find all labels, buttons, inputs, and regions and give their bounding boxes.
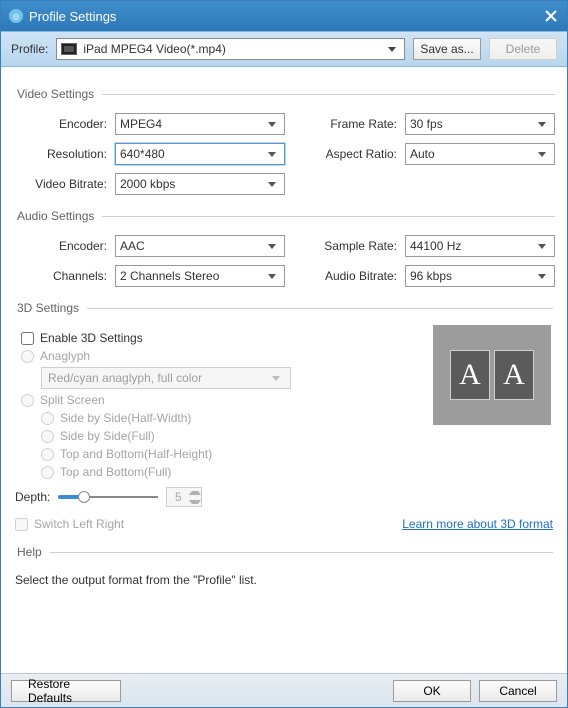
switch-left-right-label: Switch Left Right bbox=[34, 517, 124, 531]
spinner-down-icon bbox=[189, 497, 201, 506]
chevron-down-icon bbox=[268, 274, 276, 279]
channels-select[interactable]: 2 Channels Stereo bbox=[115, 265, 285, 287]
chevron-down-icon bbox=[538, 152, 546, 157]
restore-defaults-button[interactable]: Restore Defaults bbox=[11, 680, 121, 702]
frame-rate-select[interactable]: 30 fps bbox=[405, 113, 555, 135]
help-legend: Help bbox=[15, 545, 50, 559]
chevron-down-icon bbox=[538, 122, 546, 127]
enable-3d-label: Enable 3D Settings bbox=[40, 331, 143, 345]
profile-bar: Profile: iPad MPEG4 Video(*.mp4) Save as… bbox=[1, 31, 567, 67]
audio-bitrate-label: Audio Bitrate: bbox=[315, 269, 405, 283]
split-screen-label: Split Screen bbox=[40, 393, 105, 407]
help-group: Help Select the output format from the "… bbox=[15, 545, 553, 589]
help-text: Select the output format from the "Profi… bbox=[15, 571, 553, 589]
chevron-down-icon bbox=[268, 122, 276, 127]
anaglyph-mode-select: Red/cyan anaglyph, full color bbox=[41, 367, 291, 389]
video-settings-legend: Video Settings bbox=[15, 87, 102, 101]
split-screen-radio bbox=[21, 394, 34, 407]
anaglyph-radio bbox=[21, 350, 34, 363]
titlebar: ◎ Profile Settings bbox=[1, 1, 567, 31]
enable-3d-checkbox[interactable] bbox=[21, 332, 34, 345]
anaglyph-label: Anaglyph bbox=[40, 349, 90, 363]
tab-half-label: Top and Bottom(Half-Height) bbox=[60, 447, 212, 461]
aspect-ratio-select[interactable]: Auto bbox=[405, 143, 555, 165]
chevron-down-icon bbox=[388, 47, 396, 52]
profile-settings-window: ◎ Profile Settings Profile: iPad MPEG4 V… bbox=[0, 0, 568, 708]
delete-button: Delete bbox=[489, 38, 557, 60]
audio-encoder-select[interactable]: AAC bbox=[115, 235, 285, 257]
video-encoder-label: Encoder: bbox=[15, 117, 115, 131]
three-d-settings-group: 3D Settings A A Enable 3D Settings Anagl… bbox=[15, 301, 553, 531]
sample-rate-label: Sample Rate: bbox=[315, 239, 405, 253]
three-d-legend: 3D Settings bbox=[15, 301, 87, 315]
learn-more-link[interactable]: Learn more about 3D format bbox=[402, 517, 553, 531]
content-area: Video Settings Encoder: MPEG4 Frame Rate… bbox=[1, 67, 567, 673]
app-icon: ◎ bbox=[9, 9, 23, 23]
profile-select[interactable]: iPad MPEG4 Video(*.mp4) bbox=[56, 38, 405, 60]
spinner-up-icon bbox=[189, 488, 201, 497]
sbs-half-label: Side by Side(Half-Width) bbox=[60, 411, 191, 425]
resolution-select[interactable]: 640*480 bbox=[115, 143, 285, 165]
device-icon bbox=[61, 43, 77, 55]
chevron-down-icon bbox=[538, 244, 546, 249]
profile-label: Profile: bbox=[11, 42, 48, 56]
chevron-down-icon bbox=[268, 152, 276, 157]
video-encoder-select[interactable]: MPEG4 bbox=[115, 113, 285, 135]
sbs-half-radio bbox=[41, 412, 54, 425]
preview-left: A bbox=[450, 350, 490, 400]
ok-button[interactable]: OK bbox=[393, 680, 471, 702]
chevron-down-icon bbox=[268, 182, 276, 187]
frame-rate-label: Frame Rate: bbox=[315, 117, 405, 131]
channels-label: Channels: bbox=[15, 269, 115, 283]
audio-settings-group: Audio Settings Encoder: AAC Sample Rate:… bbox=[15, 209, 555, 287]
close-button[interactable] bbox=[543, 8, 559, 24]
window-title: Profile Settings bbox=[29, 9, 116, 24]
chevron-down-icon bbox=[538, 274, 546, 279]
aspect-ratio-label: Aspect Ratio: bbox=[315, 147, 405, 161]
tab-full-radio bbox=[41, 466, 54, 479]
three-d-preview: A A bbox=[433, 325, 551, 425]
save-as-button[interactable]: Save as... bbox=[413, 38, 481, 60]
cancel-button[interactable]: Cancel bbox=[479, 680, 557, 702]
audio-encoder-label: Encoder: bbox=[15, 239, 115, 253]
sample-rate-select[interactable]: 44100 Hz bbox=[405, 235, 555, 257]
audio-settings-legend: Audio Settings bbox=[15, 209, 102, 223]
video-bitrate-select[interactable]: 2000 kbps bbox=[115, 173, 285, 195]
tab-full-label: Top and Bottom(Full) bbox=[60, 465, 171, 479]
audio-bitrate-select[interactable]: 96 kbps bbox=[405, 265, 555, 287]
sbs-full-radio bbox=[41, 430, 54, 443]
depth-spinner: 5 bbox=[166, 487, 202, 507]
sbs-full-label: Side by Side(Full) bbox=[60, 429, 155, 443]
chevron-down-icon bbox=[272, 376, 280, 381]
footer: Restore Defaults OK Cancel bbox=[1, 673, 567, 707]
video-bitrate-label: Video Bitrate: bbox=[15, 177, 115, 191]
resolution-label: Resolution: bbox=[15, 147, 115, 161]
depth-label: Depth: bbox=[15, 490, 50, 504]
profile-value: iPad MPEG4 Video(*.mp4) bbox=[83, 42, 382, 56]
tab-half-radio bbox=[41, 448, 54, 461]
preview-right: A bbox=[494, 350, 534, 400]
switch-left-right-checkbox bbox=[15, 518, 28, 531]
chevron-down-icon bbox=[268, 244, 276, 249]
video-settings-group: Video Settings Encoder: MPEG4 Frame Rate… bbox=[15, 87, 555, 195]
depth-slider[interactable] bbox=[58, 490, 158, 504]
